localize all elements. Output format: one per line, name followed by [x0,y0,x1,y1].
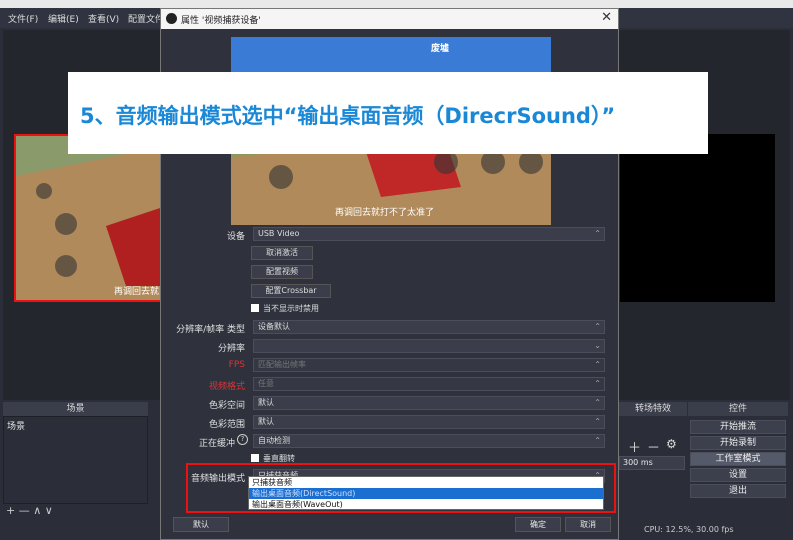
defaults-button[interactable]: 默认 [173,517,229,532]
color-range-label: 色彩范围 [208,420,245,430]
transitions-dock-title: 转场特效 [619,402,687,416]
scenes-list: 场景 [3,416,148,504]
video-badge: 废墟 [431,44,450,54]
color-range-select[interactable]: 默认 ⌃ [253,415,605,429]
updown-icon: ⌃ [594,417,601,426]
deactivate-hidden-checkbox[interactable]: 当不显示时禁用 [251,303,319,314]
fps-select[interactable]: 匹配输出帧率 ⌃ [253,358,605,372]
studio-mode-button[interactable]: 工作室模式 [690,452,786,466]
color-space-label: 色彩空间 [208,401,245,411]
dialog-titlebar: 属性 '视频捕获设备' ✕ [161,9,618,29]
resolution-label: 分辨率 [217,344,245,354]
scene-item[interactable]: 场景 [7,419,25,432]
res-type-label: 分辨率/帧率 类型 [176,325,245,335]
updown-icon: ⌃ [594,360,601,369]
updown-icon: ⌃ [594,229,601,238]
start-recording-button[interactable]: 开始录制 [690,436,786,450]
color-space-select[interactable]: 默认 ⌃ [253,396,605,410]
title-strip [0,0,793,8]
add-transition-icon[interactable]: ＋ [628,437,641,456]
updown-icon: ⌃ [594,436,601,445]
cancel-button[interactable]: 取消 [565,517,611,532]
config-crossbar-button[interactable]: 配置Crossbar [251,284,331,298]
deactivate-hidden-label: 当不显示时禁用 [263,304,319,313]
remove-transition-icon[interactable]: － [647,437,660,456]
color-space-value: 默认 [258,398,274,407]
status-bar: CPU: 12.5%, 30.00 fps [644,525,734,534]
updown-icon: ⌃ [594,322,601,331]
highlight-box [186,463,616,513]
video-format-select[interactable]: 任意 ⌃ [253,377,605,391]
menu-file[interactable]: 文件(F) [8,12,38,25]
color-range-value: 默认 [258,417,274,426]
obs-logo-icon [166,13,177,24]
controls-dock-title: 控件 [688,402,788,416]
menu-profile[interactable]: 配置文件 [128,12,164,25]
banner-text: 5、音频输出模式选中“输出桌面音频（DirecrSound）” [80,104,616,128]
deactivate-button[interactable]: 取消激活 [251,246,313,260]
buffering-label: 正在缓冲 [198,439,235,449]
config-video-button[interactable]: 配置视频 [251,265,313,279]
flip-label: 垂直翻转 [263,454,295,463]
start-streaming-button[interactable]: 开始推流 [690,420,786,434]
buffering-value: 自动检测 [258,436,290,445]
res-type-select[interactable]: 设备默认 ⌃ [253,320,605,334]
game-scene-image [16,136,162,300]
tutorial-banner: 5、音频输出模式选中“输出桌面音频（DirecrSound）” [68,72,708,154]
device-select[interactable]: USB Video ⌃ [253,227,605,241]
video-format-label: 视频格式 [208,382,245,392]
scenes-dock-title: 场景 [3,402,148,416]
resolution-select[interactable]: ⌄ [253,339,605,353]
transition-duration[interactable]: 300 ms [619,456,685,470]
video-caption: 再调回去就打不了太准了 [335,208,435,218]
device-label: 设备 [226,232,245,242]
close-icon[interactable]: ✕ [601,10,612,25]
updown-icon: ⌃ [594,379,601,388]
menu-view[interactable]: 查看(V) [88,12,119,25]
preview-black-area [620,134,775,302]
menu-edit[interactable]: 编辑(E) [48,12,79,25]
updown-icon: ⌃ [594,398,601,407]
scene-controls[interactable]: + — ∧ ∨ [6,504,53,517]
device-value: USB Video [258,229,300,238]
preview-subtitle: 再调回去就 [114,287,160,297]
preview-source-selected[interactable]: 再调回去就 [14,134,164,302]
buffering-select[interactable]: 自动检测 ⌃ [253,434,605,448]
fps-value: 匹配输出帧率 [258,360,306,369]
gear-icon[interactable]: ⚙ [666,437,677,451]
fps-label: FPS [228,360,245,370]
dialog-title: 属性 '视频捕获设备' [181,16,261,26]
exit-button[interactable]: 退出 [690,484,786,498]
res-type-value: 设备默认 [258,322,290,331]
help-icon[interactable]: ? [237,434,248,445]
ok-button[interactable]: 确定 [515,517,561,532]
settings-button[interactable]: 设置 [690,468,786,482]
chevron-down-icon: ⌄ [594,341,601,350]
video-format-value: 任意 [258,379,274,388]
